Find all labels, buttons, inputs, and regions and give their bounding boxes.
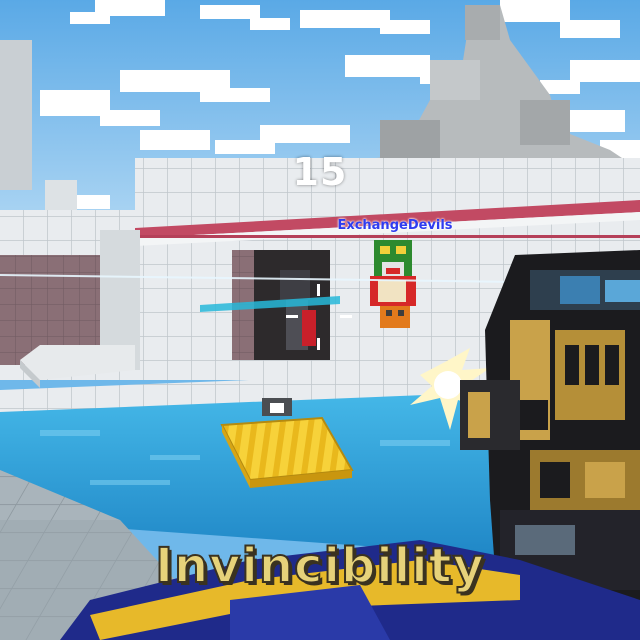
bench (20, 345, 135, 388)
floating-object (262, 398, 292, 416)
powerup-banner: Invincibility (154, 537, 485, 595)
enemy-name-tag: ExchangeDevils (337, 218, 453, 233)
round-counter: 15 (292, 150, 348, 194)
